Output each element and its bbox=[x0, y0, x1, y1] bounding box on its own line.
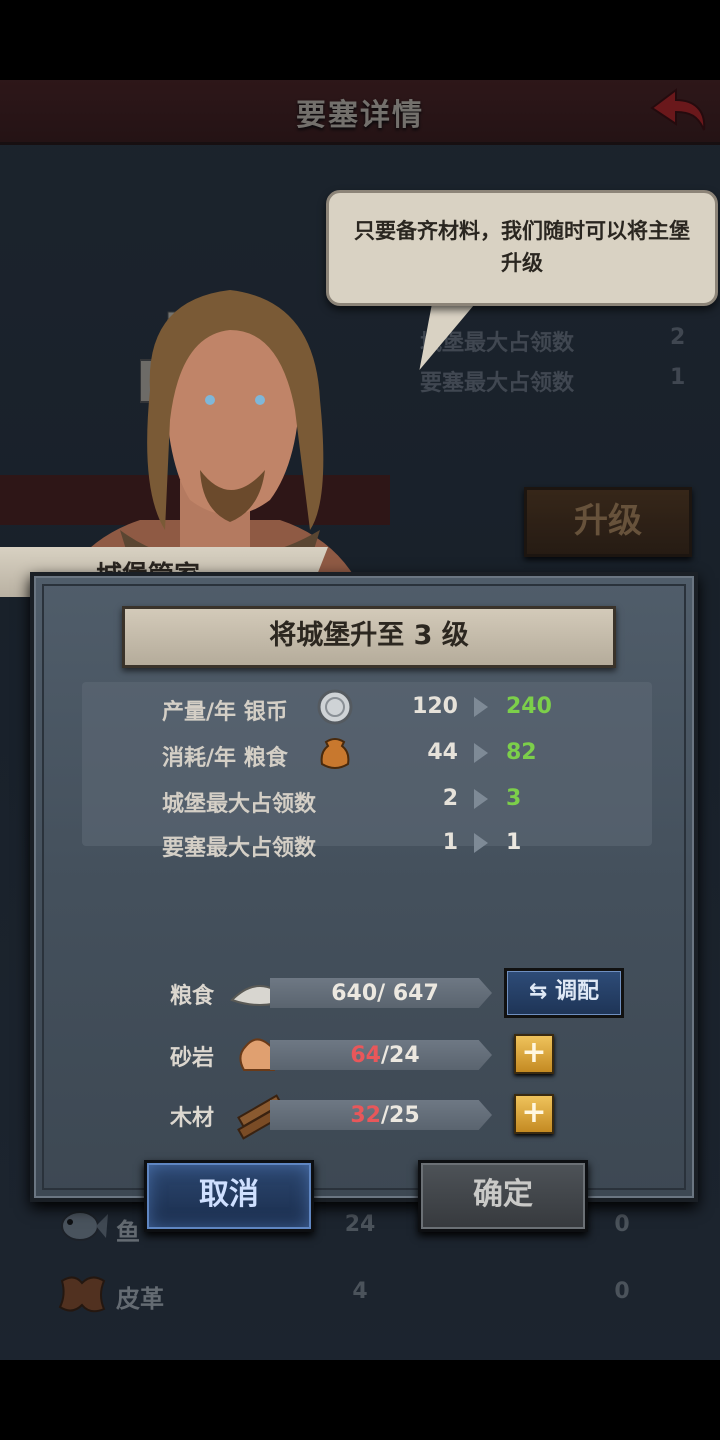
stat-current: 2 bbox=[442, 786, 458, 811]
arrow-right-icon bbox=[474, 789, 488, 809]
stat-label: 要塞最大占领数 bbox=[162, 836, 317, 861]
stat-current: 120 bbox=[412, 694, 458, 719]
swap-icon: ⇆ bbox=[528, 979, 556, 1004]
resource-amount: 640/ 647 bbox=[331, 981, 439, 1006]
speech-bubble: 只要备齐材料，我们随时可以将主堡升级 bbox=[326, 190, 718, 306]
arrow-right-icon bbox=[474, 743, 488, 763]
resource-requirement-row: 粮食 640/ 647 ⇆ 调配 bbox=[34, 968, 694, 1018]
stat-row: 城堡最大占领数 2 3 bbox=[82, 780, 652, 820]
stat-row: 要塞最大占领数 1 1 bbox=[82, 824, 652, 864]
arrow-right-icon bbox=[474, 697, 488, 717]
game-screen: 要塞详情 城堡最大占领数 2 要塞最大占领数 1 升级 资源 鱼 24 bbox=[0, 80, 720, 1360]
stat-row: 消耗/年 粮食 44 82 bbox=[82, 734, 652, 774]
stat-upgraded: 82 bbox=[506, 740, 537, 765]
stat-label: 消耗/年 粮食 bbox=[162, 746, 288, 771]
resource-requirement-row: 砂岩 64/24 + bbox=[34, 1030, 694, 1080]
confirm-button[interactable]: 确定 bbox=[418, 1160, 588, 1232]
grain-sack-icon bbox=[320, 738, 350, 769]
upgrade-dialog: 将城堡升至 3 级 产量/年 银币 120 240 消耗/年 粮食 44 82 … bbox=[30, 572, 698, 1232]
resource-label: 砂岩 bbox=[169, 1046, 214, 1071]
cancel-button[interactable]: 取消 bbox=[144, 1160, 314, 1232]
resource-amount: 64/24 bbox=[350, 1043, 420, 1068]
add-wood-button[interactable]: + bbox=[514, 1094, 554, 1134]
speech-text: 只要备齐材料，我们随时可以将主堡升级 bbox=[354, 219, 690, 275]
upgrade-stats-panel: 产量/年 银币 120 240 消耗/年 粮食 44 82 城堡最大占领数 2 … bbox=[82, 682, 652, 861]
arrow-right-icon bbox=[474, 833, 488, 853]
stat-upgraded: 240 bbox=[506, 694, 552, 719]
add-sandstone-button[interactable]: + bbox=[514, 1034, 554, 1074]
dialog-header: 将城堡升至 3 级 bbox=[122, 606, 616, 668]
resource-requirement-row: 木材 32/25 + bbox=[34, 1090, 694, 1140]
stat-label: 产量/年 银币 bbox=[162, 700, 288, 725]
silver-coin-icon bbox=[317, 689, 353, 725]
adjust-button[interactable]: ⇆ 调配 bbox=[504, 968, 624, 1018]
resource-label: 粮食 bbox=[169, 984, 214, 1009]
stat-current: 44 bbox=[427, 740, 458, 765]
stat-row: 产量/年 银币 120 240 bbox=[82, 688, 652, 728]
stat-current: 1 bbox=[442, 830, 458, 855]
stat-upgraded: 3 bbox=[506, 786, 522, 811]
dialog-title: 将城堡升至 3 级 bbox=[269, 620, 469, 651]
stat-label: 城堡最大占领数 bbox=[162, 792, 317, 817]
resource-label: 木材 bbox=[169, 1106, 214, 1131]
resource-amount: 32/25 bbox=[350, 1103, 420, 1128]
stat-upgraded: 1 bbox=[506, 830, 522, 855]
